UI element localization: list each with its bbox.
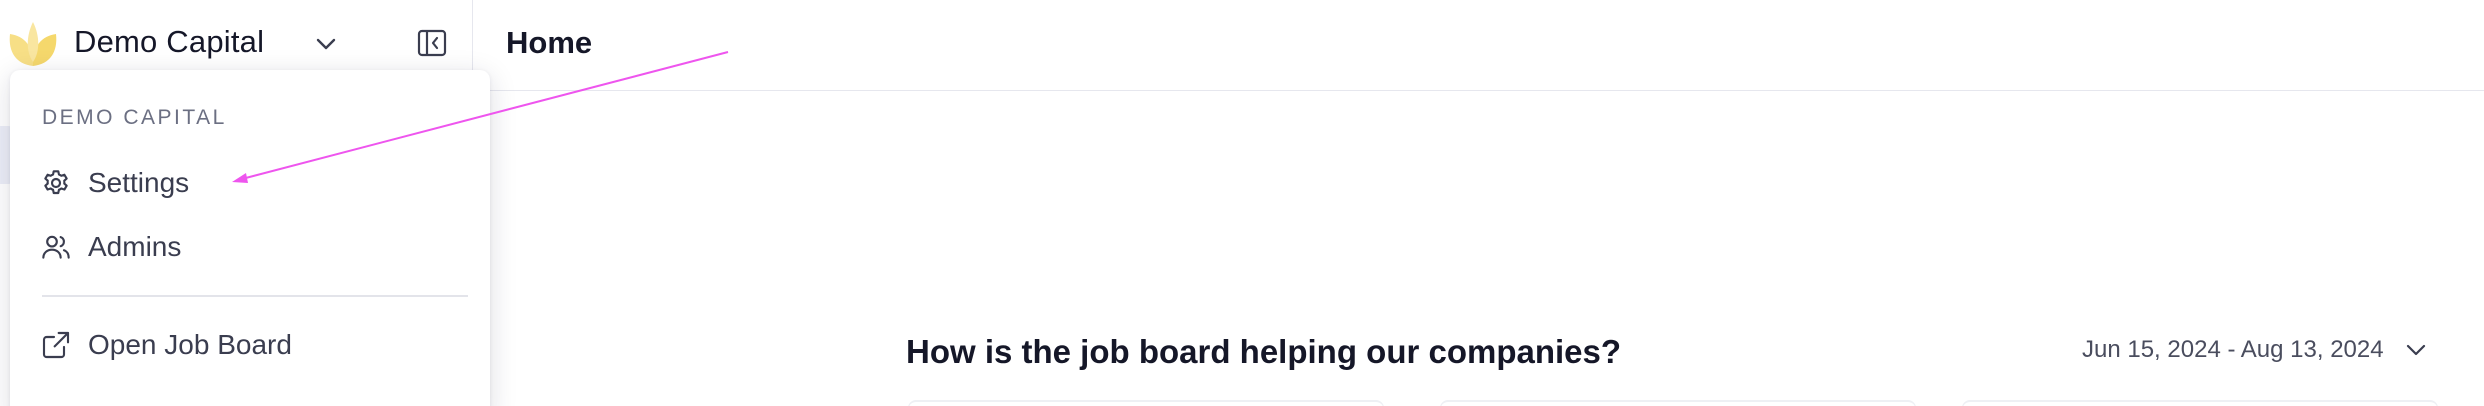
stat-card bbox=[1962, 400, 2438, 406]
workspace-dropdown-menu: DEMO CAPITAL Settings Admins Open Job Bo… bbox=[10, 70, 490, 406]
stat-card bbox=[908, 400, 1384, 406]
chevron-down-icon bbox=[316, 38, 336, 50]
menu-item-label: Settings bbox=[88, 167, 190, 198]
menu-item-label: Open Job Board bbox=[88, 329, 292, 360]
menu-item-open-job-board[interactable]: Open Job Board bbox=[32, 318, 472, 372]
leaf-logo-icon bbox=[9, 22, 57, 66]
menu-item-admins[interactable]: Admins bbox=[32, 220, 472, 274]
users-icon bbox=[42, 235, 70, 259]
date-range-picker[interactable]: Jun 15, 2024 - Aug 13, 2024 bbox=[2082, 330, 2428, 370]
menu-item-label: Admins bbox=[88, 231, 182, 262]
stat-card bbox=[1440, 400, 1916, 406]
section-title: How is the job board helping our compani… bbox=[906, 333, 1622, 370]
external-link-icon bbox=[42, 331, 70, 359]
menu-item-settings[interactable]: Settings bbox=[32, 156, 472, 210]
page-header: Home bbox=[473, 0, 2484, 91]
workspace-name: Demo Capital bbox=[74, 24, 265, 59]
chevron-down-icon bbox=[2406, 344, 2425, 356]
sidebar-collapse-icon[interactable] bbox=[416, 27, 448, 59]
menu-divider bbox=[42, 295, 468, 297]
page-title: Home bbox=[506, 25, 593, 60]
dropdown-heading: DEMO CAPITAL bbox=[42, 106, 227, 129]
date-range-label: Jun 15, 2024 - Aug 13, 2024 bbox=[2082, 336, 2384, 363]
gear-icon bbox=[44, 170, 68, 195]
